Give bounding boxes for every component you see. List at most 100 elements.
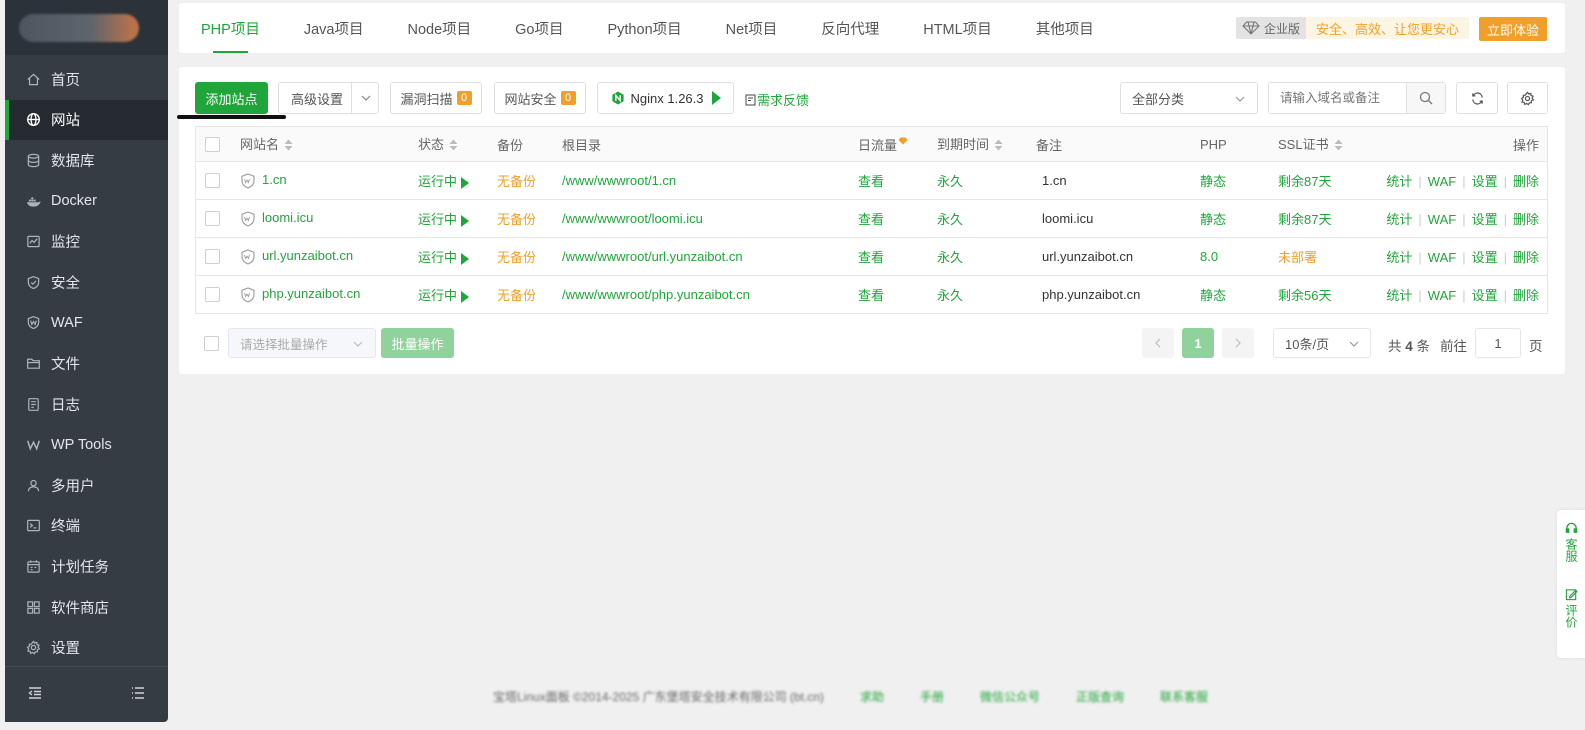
footer-link-contact[interactable]: 联系客服: [1160, 688, 1208, 705]
root-dir-link[interactable]: /www/wwwroot/1.cn: [562, 173, 676, 188]
feedback-link[interactable]: 需求反馈: [745, 90, 809, 109]
search-icon[interactable]: [1406, 83, 1445, 113]
sidebar-item-website[interactable]: 网站: [5, 99, 168, 141]
enterprise-promo[interactable]: 企业版 安全、高效、让您更安心: [1235, 17, 1469, 39]
remark-text[interactable]: 1.cn: [1042, 173, 1067, 188]
page-size-select[interactable]: 10条/页: [1273, 328, 1371, 358]
sidebar-item-multi-user[interactable]: 多用户: [5, 465, 168, 506]
footer-link-license[interactable]: 正版查询: [1076, 688, 1124, 705]
advanced-settings-dropdown[interactable]: 高级设置: [278, 82, 379, 114]
traffic-view-link[interactable]: 查看: [858, 171, 884, 190]
sort-icon[interactable]: [994, 139, 1003, 154]
root-dir-link[interactable]: /www/wwwroot/loomi.icu: [562, 211, 703, 226]
header-ssl[interactable]: SSL证书: [1278, 134, 1343, 153]
header-site-name[interactable]: 网站名: [240, 134, 293, 153]
chevron-down-icon[interactable]: [351, 83, 379, 113]
root-dir-link[interactable]: /www/wwwroot/url.yunzaibot.cn: [562, 249, 743, 264]
stats-link[interactable]: 统计: [1386, 288, 1412, 303]
sidebar-item-cron[interactable]: 计划任务: [5, 546, 168, 587]
traffic-view-link[interactable]: 查看: [858, 285, 884, 304]
status-toggle[interactable]: 运行中: [418, 171, 470, 190]
settings-link[interactable]: 设置: [1472, 250, 1498, 265]
stats-link[interactable]: 统计: [1386, 212, 1412, 227]
expire-link[interactable]: 永久: [937, 247, 963, 266]
collapse-sidebar-icon[interactable]: [27, 685, 43, 704]
page-1-button[interactable]: 1: [1182, 328, 1214, 358]
sidebar-item-app-store[interactable]: 软件商店: [5, 587, 168, 628]
goto-page-input[interactable]: 1: [1475, 328, 1521, 358]
search-input[interactable]: [1269, 83, 1407, 113]
header-status[interactable]: 状态: [418, 134, 458, 153]
ssl-status-link[interactable]: 剩余87天: [1278, 171, 1331, 190]
sidebar-item-waf[interactable]: WAF: [5, 303, 168, 344]
sidebar-item-terminal[interactable]: 终端: [5, 506, 168, 547]
settings-link[interactable]: 设置: [1472, 174, 1498, 189]
ssl-status-link[interactable]: 剩余56天: [1278, 285, 1331, 304]
expire-link[interactable]: 永久: [937, 209, 963, 228]
sidebar-item-files[interactable]: 文件: [5, 343, 168, 384]
tab-go[interactable]: Go项目: [515, 3, 563, 53]
waf-link[interactable]: WAF: [1428, 212, 1456, 227]
ssl-status-link[interactable]: 剩余87天: [1278, 209, 1331, 228]
refresh-button[interactable]: [1456, 82, 1498, 114]
sidebar-item-logs[interactable]: 日志: [5, 384, 168, 425]
traffic-view-link[interactable]: 查看: [858, 209, 884, 228]
traffic-view-link[interactable]: 查看: [858, 247, 884, 266]
review-link[interactable]: 评价: [1564, 604, 1578, 628]
headset-icon[interactable]: [1565, 522, 1578, 535]
site-security-button[interactable]: 网站安全 0: [494, 82, 586, 114]
delete-link[interactable]: 删除: [1513, 250, 1539, 265]
sidebar-item-security[interactable]: 安全: [5, 262, 168, 303]
status-toggle[interactable]: 运行中: [418, 285, 470, 304]
tab-node[interactable]: Node项目: [407, 3, 471, 53]
batch-operation-select[interactable]: 请选择批量操作: [228, 328, 376, 358]
waf-link[interactable]: WAF: [1428, 288, 1456, 303]
ssl-status-link[interactable]: 未部署: [1278, 247, 1317, 266]
php-version-link[interactable]: 静态: [1200, 171, 1226, 190]
select-all-checkbox[interactable]: [205, 136, 220, 152]
sidebar-item-settings[interactable]: 设置: [5, 627, 168, 668]
site-name-link[interactable]: loomi.icu: [240, 210, 313, 227]
sort-icon[interactable]: [284, 139, 293, 154]
header-expire[interactable]: 到期时间: [937, 134, 1003, 153]
tab-python[interactable]: Python项目: [607, 3, 681, 53]
expire-link[interactable]: 永久: [937, 285, 963, 304]
row-checkbox[interactable]: [205, 287, 220, 302]
delete-link[interactable]: 删除: [1513, 174, 1539, 189]
status-toggle[interactable]: 运行中: [418, 247, 470, 266]
stats-link[interactable]: 统计: [1386, 250, 1412, 265]
vuln-scan-button[interactable]: 漏洞扫描 0: [390, 82, 482, 114]
remark-text[interactable]: url.yunzaibot.cn: [1042, 249, 1133, 264]
waf-link[interactable]: WAF: [1428, 250, 1456, 265]
delete-link[interactable]: 删除: [1513, 288, 1539, 303]
backup-link[interactable]: 无备份: [497, 209, 536, 228]
tab-net[interactable]: Net项目: [726, 3, 778, 53]
panel-logo[interactable]: [19, 13, 139, 42]
site-name-link[interactable]: url.yunzaibot.cn: [240, 248, 353, 265]
prev-page-button[interactable]: [1142, 328, 1174, 358]
php-version-link[interactable]: 静态: [1200, 285, 1226, 304]
edit-icon[interactable]: [1565, 588, 1578, 601]
site-name-link[interactable]: 1.cn: [240, 172, 287, 189]
backup-link[interactable]: 无备份: [497, 247, 536, 266]
sort-icon[interactable]: [449, 139, 458, 154]
waf-link[interactable]: WAF: [1428, 174, 1456, 189]
row-checkbox[interactable]: [205, 173, 220, 188]
backup-link[interactable]: 无备份: [497, 171, 536, 190]
next-page-button[interactable]: [1222, 328, 1254, 358]
settings-button[interactable]: [1507, 82, 1548, 114]
remark-text[interactable]: loomi.icu: [1042, 211, 1093, 226]
tab-html[interactable]: HTML项目: [923, 3, 991, 53]
tab-reverse-proxy[interactable]: 反向代理: [821, 3, 879, 53]
php-version-link[interactable]: 8.0: [1200, 249, 1218, 264]
expire-link[interactable]: 永久: [937, 171, 963, 190]
settings-link[interactable]: 设置: [1472, 288, 1498, 303]
footer-link-manual[interactable]: 手册: [920, 688, 944, 705]
stats-link[interactable]: 统计: [1386, 174, 1412, 189]
sidebar-item-monitor[interactable]: 监控: [5, 221, 168, 262]
menu-list-icon[interactable]: [130, 685, 146, 704]
php-version-link[interactable]: 静态: [1200, 209, 1226, 228]
nginx-service-button[interactable]: Nginx 1.26.3: [597, 82, 734, 114]
settings-link[interactable]: 设置: [1472, 212, 1498, 227]
sidebar-item-docker[interactable]: Docker: [5, 181, 168, 222]
